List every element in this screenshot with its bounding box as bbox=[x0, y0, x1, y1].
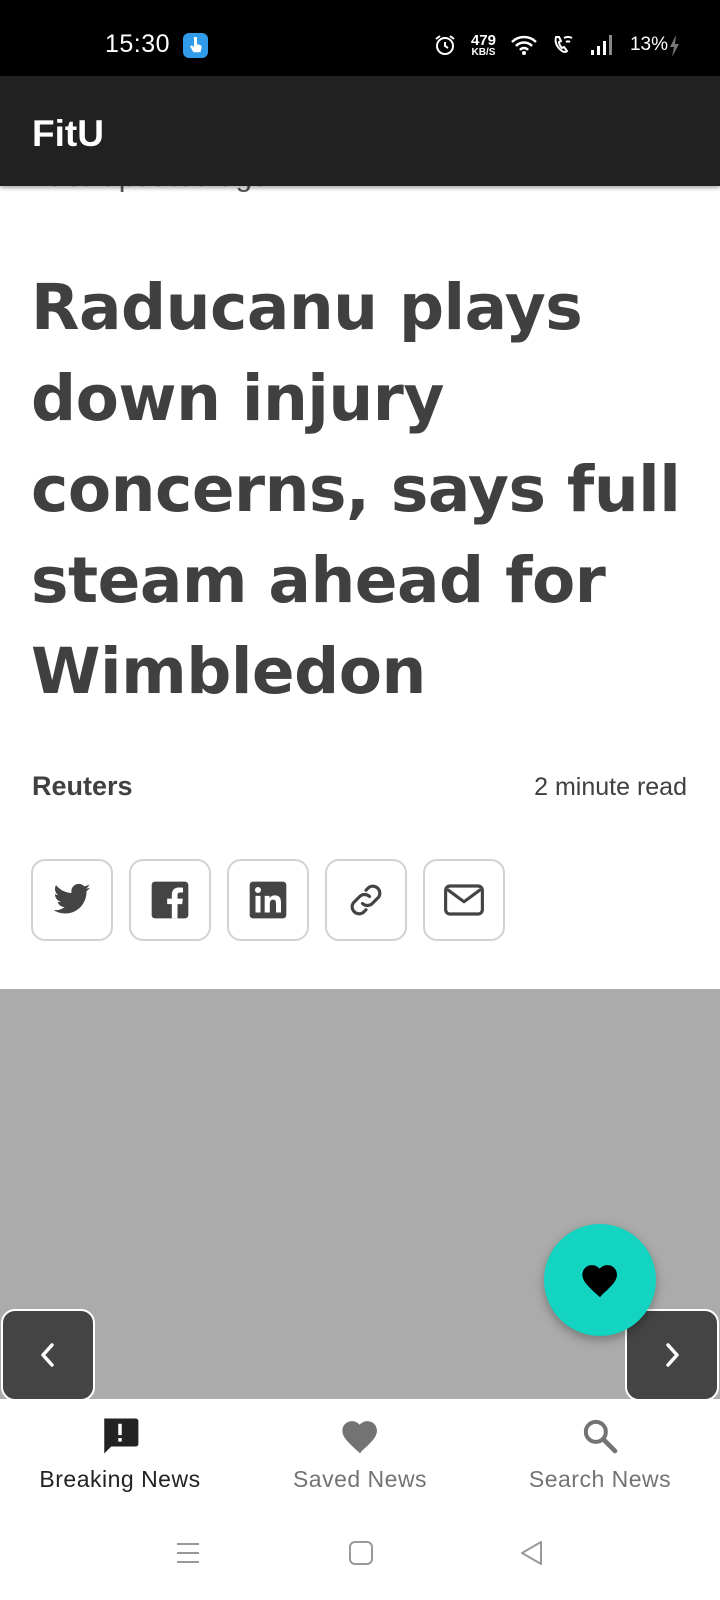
email-icon bbox=[444, 884, 484, 916]
link-icon bbox=[350, 884, 382, 916]
battery-level: 13% bbox=[629, 34, 668, 55]
nav-breaking-news[interactable]: Breaking News bbox=[0, 1412, 240, 1493]
search-icon bbox=[583, 1419, 618, 1454]
article-headline: Raducanu plays down injury concerns, say… bbox=[31, 271, 681, 708]
wifi-icon bbox=[511, 35, 537, 55]
bottom-navigation: Breaking News Saved News Search News bbox=[0, 1400, 720, 1510]
charging-bolt-icon bbox=[670, 35, 679, 57]
share-facebook-button[interactable] bbox=[129, 859, 211, 941]
next-article-button[interactable] bbox=[625, 1309, 719, 1401]
article-source: Reuters bbox=[32, 771, 133, 801]
status-time: 15:30 bbox=[105, 30, 171, 58]
article-image bbox=[0, 989, 720, 1399]
signal-icon bbox=[590, 35, 612, 55]
share-email-button[interactable] bbox=[423, 859, 505, 941]
system-navigation bbox=[0, 1510, 720, 1600]
nav-saved-news[interactable]: Saved News bbox=[240, 1412, 480, 1493]
chevron-right-icon bbox=[666, 1343, 679, 1367]
menu-icon[interactable] bbox=[175, 1540, 201, 1566]
status-indicators: 479 KB/S 13% bbox=[433, 30, 668, 60]
screen: 15:30 479 KB/S 13% FitU Raducanu plays d… bbox=[0, 0, 720, 1600]
heart-icon bbox=[582, 1265, 617, 1298]
home-icon[interactable] bbox=[348, 1540, 374, 1566]
alert-message-icon bbox=[104, 1418, 139, 1454]
save-article-fab[interactable] bbox=[544, 1224, 656, 1336]
nav-search-news[interactable]: Search News bbox=[480, 1412, 720, 1493]
previous-article-button[interactable] bbox=[1, 1309, 95, 1401]
twitter-icon bbox=[53, 883, 91, 914]
speed-unit: KB/S bbox=[471, 46, 496, 58]
nav-label-breaking-news: Breaking News bbox=[39, 1466, 201, 1492]
app-title: FitU bbox=[32, 113, 104, 154]
read-time: 2 minute read bbox=[534, 773, 687, 801]
share-buttons bbox=[31, 859, 505, 941]
network-speed: 479 KB/S bbox=[471, 33, 496, 58]
alarm-icon bbox=[435, 35, 455, 55]
touch-app-icon bbox=[183, 33, 208, 58]
linkedin-icon bbox=[249, 881, 287, 919]
wifi-calling-icon bbox=[554, 35, 573, 53]
status-bar: 15:30 479 KB/S 13% bbox=[0, 0, 720, 76]
copy-link-button[interactable] bbox=[325, 859, 407, 941]
heart-icon bbox=[342, 1421, 377, 1454]
share-twitter-button[interactable] bbox=[31, 859, 113, 941]
back-icon[interactable] bbox=[519, 1540, 545, 1566]
facebook-icon bbox=[151, 881, 189, 919]
chevron-left-icon bbox=[41, 1343, 54, 1367]
nav-label-search-news: Search News bbox=[528, 1466, 672, 1492]
nav-label-saved-news: Saved News bbox=[292, 1466, 428, 1492]
share-linkedin-button[interactable] bbox=[227, 859, 309, 941]
speed-value: 479 bbox=[470, 31, 496, 49]
app-bar: FitU bbox=[0, 76, 720, 186]
